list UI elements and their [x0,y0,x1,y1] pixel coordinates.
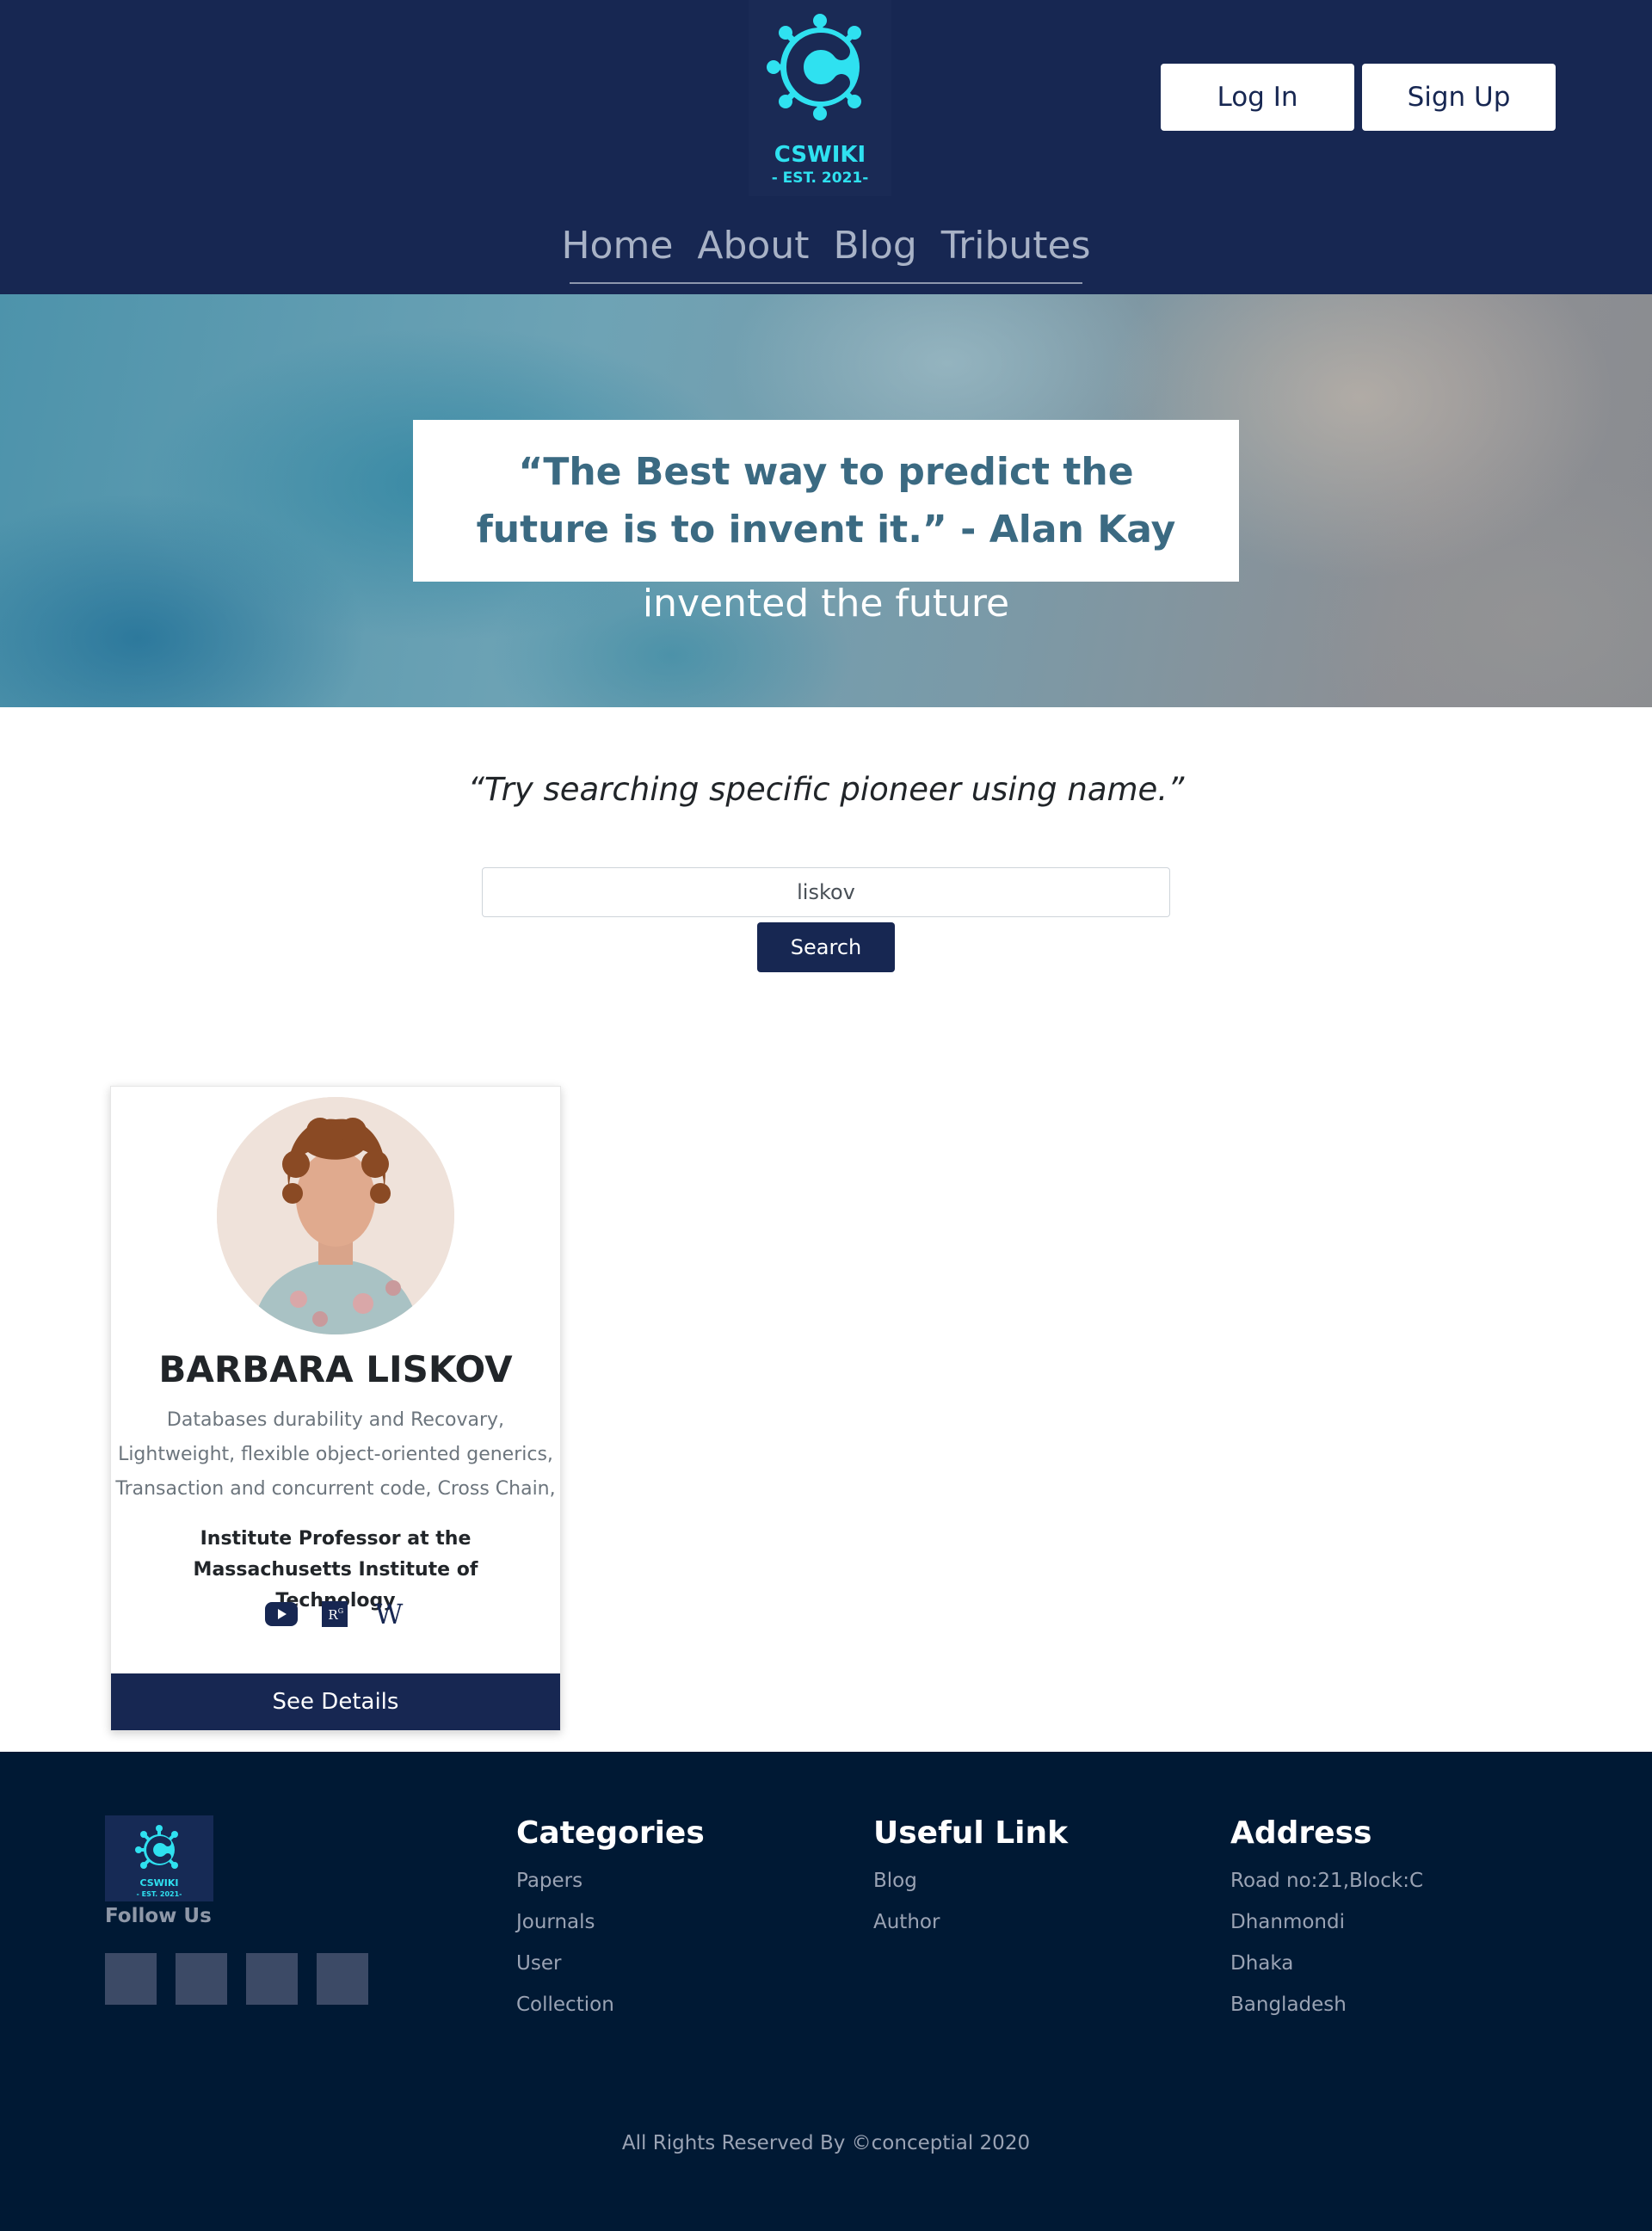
search-hint: “Try searching specific pioneer using na… [467,771,1185,808]
pioneer-name: BARBARA LISKOV [158,1348,513,1390]
wikipedia-icon[interactable]: W [372,1598,406,1632]
social-link-3[interactable] [246,1953,298,2005]
hero-quote: “The Best way to predict the future is t… [476,450,1176,552]
hero-subtitle: invented the future [642,582,1010,626]
site-footer: CSWIKI - EST. 2021- Follow Us Categories… [0,1752,1652,2231]
footer-link-collection[interactable]: Collection [516,1984,705,2025]
footer-useful-links: Useful Link Blog Author [873,1812,1068,1943]
address-line-city: Dhaka [1230,1952,1294,1975]
footer-link-user[interactable]: User [516,1943,705,1984]
auth-buttons: Log In Sign Up [1161,64,1556,131]
pioneer-topics: Databases durability and Recovary, Light… [115,1409,556,1500]
svg-text:G: G [338,1607,343,1615]
nav-about[interactable]: About [697,213,809,282]
footer-link-journals[interactable]: Journals [516,1901,705,1943]
researchgate-letter: R [328,1607,338,1623]
search-button[interactable]: Search [757,922,895,972]
address-line-country: Bangladesh [1230,1994,1347,2016]
pioneer-links: R G W [111,1598,560,1632]
login-button[interactable]: Log In [1161,64,1354,131]
researchgate-icon[interactable]: R G [322,1601,348,1630]
pioneer-card: BARBARA LISKOV Databases durability and … [110,1086,561,1731]
logo-name: CSWIKI [774,142,866,168]
useful-link-title: Useful Link [873,1815,1069,1851]
copyright: All Rights Reserved By ©conceptial 2020 [621,2132,1031,2154]
footer-link-blog[interactable]: Blog [873,1860,1068,1901]
portrait-image [217,1097,454,1334]
social-link-4[interactable] [317,1953,368,2005]
site-logo[interactable]: CSWIKI - EST. 2021- [749,0,891,196]
site-header: CSWIKI - EST. 2021- Log In Sign Up Home … [0,0,1652,294]
nav-home[interactable]: Home [561,213,673,282]
footer-logo-name: CSWIKI [139,1877,178,1889]
wikipedia-letter: W [375,1599,404,1629]
social-links [105,1953,368,2005]
main-nav: Home About Blog Tributes [561,213,1091,284]
footer-address: Address Road no:21,Block:C Dhanmondi Dha… [1230,1812,1423,2025]
address-title: Address [1230,1815,1372,1851]
nav-blog[interactable]: Blog [833,213,916,282]
virus-c-logo-icon: CSWIKI - EST. 2021- [767,14,869,187]
hero-banner: “The Best way to predict the future is t… [0,294,1652,707]
address-line-area: Dhanmondi [1230,1911,1346,1933]
search-input[interactable] [482,867,1170,917]
social-link-1[interactable] [105,1953,157,2005]
logo-tagline: - EST. 2021- [772,169,869,187]
footer-link-author[interactable]: Author [873,1901,1068,1943]
social-link-2[interactable] [176,1953,227,2005]
footer-logo[interactable]: CSWIKI - EST. 2021- [105,1815,213,1901]
nav-tributes[interactable]: Tributes [941,213,1091,282]
address-line-road: Road no:21,Block:C [1230,1870,1424,1892]
hero-quote-box: “The Best way to predict the future is t… [413,420,1239,582]
footer-categories: Categories Papers Journals User Collecti… [516,1812,705,2025]
categories-title: Categories [516,1815,705,1851]
footer-link-papers[interactable]: Papers [516,1860,705,1901]
follow-us-label: Follow Us [105,1905,212,1927]
see-details-button[interactable]: See Details [111,1673,560,1730]
footer-logo-icon: CSWIKI - EST. 2021- [135,1825,182,1898]
footer-logo-tagline: - EST. 2021- [137,1890,182,1898]
avatar [217,1097,454,1334]
signup-button[interactable]: Sign Up [1362,64,1556,131]
youtube-icon[interactable] [265,1602,298,1630]
